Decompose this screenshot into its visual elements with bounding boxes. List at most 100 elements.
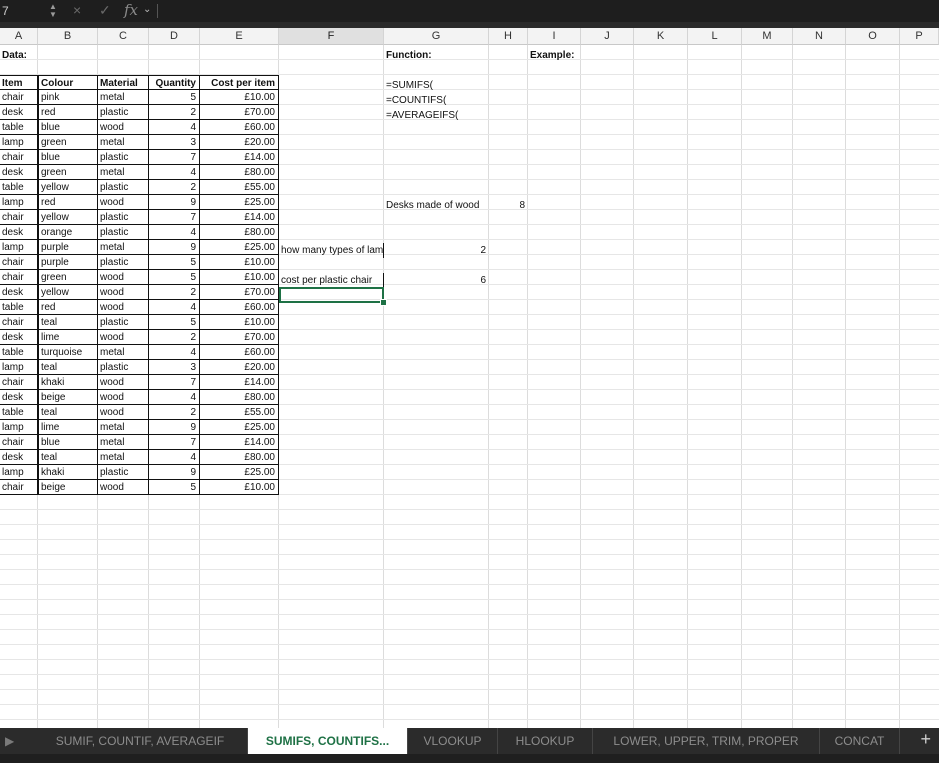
table-cell[interactable]: plastic (98, 255, 149, 270)
table-cell[interactable]: desk (0, 450, 38, 465)
column-header-d[interactable]: D (149, 28, 200, 45)
sheet-tab-2[interactable]: SUMIFS, COUNTIFS... (248, 728, 408, 754)
column-header-a[interactable]: A (0, 28, 38, 45)
table-cell[interactable]: £25.00 (200, 420, 279, 435)
table-cell[interactable]: plastic (98, 150, 149, 165)
column-header-k[interactable]: K (634, 28, 688, 45)
table-cell[interactable]: 4 (149, 120, 200, 135)
table-cell[interactable]: £80.00 (200, 165, 279, 180)
function-countifs[interactable]: =COUNTIFS( (384, 93, 489, 108)
table-cell[interactable]: £10.00 (200, 480, 279, 495)
table-cell[interactable]: yellow (38, 210, 98, 225)
table-cell[interactable]: purple (38, 240, 98, 255)
table-cell[interactable]: desk (0, 285, 38, 300)
table-cell[interactable]: 2 (149, 285, 200, 300)
function-averageifs[interactable]: =AVERAGEIFS( (384, 108, 489, 123)
table-cell[interactable]: lamp (0, 360, 38, 375)
function-sumifs[interactable]: =SUMIFS( (384, 78, 489, 93)
table-cell[interactable]: metal (98, 90, 149, 105)
table-cell[interactable]: lamp (0, 195, 38, 210)
table-cell[interactable]: 2 (149, 105, 200, 120)
table-cell[interactable]: £10.00 (200, 315, 279, 330)
column-header-c[interactable]: C (98, 28, 149, 45)
table-cell[interactable]: £14.00 (200, 150, 279, 165)
column-header-i[interactable]: I (528, 28, 581, 45)
table-cell[interactable]: plastic (98, 210, 149, 225)
table-cell[interactable]: 7 (149, 435, 200, 450)
table-cell[interactable]: pink (38, 90, 98, 105)
table-cell[interactable]: chair (0, 480, 38, 495)
table-cell[interactable]: chair (0, 150, 38, 165)
table-cell[interactable]: £14.00 (200, 375, 279, 390)
example-desks-wood-value[interactable]: 8 (489, 198, 528, 213)
table-cell[interactable]: £60.00 (200, 120, 279, 135)
sheet-tab-4[interactable]: HLOOKUP (498, 728, 593, 754)
table-cell[interactable]: 3 (149, 360, 200, 375)
active-cell-selection[interactable] (279, 287, 384, 303)
table-cell[interactable]: £20.00 (200, 360, 279, 375)
column-header-b[interactable]: B (38, 28, 98, 45)
table-cell[interactable]: 4 (149, 300, 200, 315)
table-cell[interactable]: teal (38, 450, 98, 465)
table-cell[interactable]: lamp (0, 240, 38, 255)
table-cell[interactable]: lamp (0, 135, 38, 150)
table-cell[interactable]: 3 (149, 135, 200, 150)
table-cell[interactable]: chair (0, 210, 38, 225)
table-cell[interactable]: lamp (0, 420, 38, 435)
column-header-m[interactable]: M (742, 28, 793, 45)
table-header[interactable]: Cost per item (200, 75, 279, 90)
table-cell[interactable]: teal (38, 360, 98, 375)
table-cell[interactable]: yellow (38, 285, 98, 300)
table-cell[interactable]: table (0, 345, 38, 360)
table-cell[interactable]: lime (38, 330, 98, 345)
table-cell[interactable]: turquoise (38, 345, 98, 360)
table-header[interactable]: Colour (38, 75, 98, 90)
table-cell[interactable]: desk (0, 330, 38, 345)
table-cell[interactable]: metal (98, 165, 149, 180)
table-cell[interactable]: £25.00 (200, 240, 279, 255)
example-lamp-types-label[interactable]: how many types of lamp (279, 243, 384, 258)
table-cell[interactable]: beige (38, 480, 98, 495)
table-header[interactable]: Material (98, 75, 149, 90)
table-cell[interactable]: lime (38, 420, 98, 435)
table-cell[interactable]: £80.00 (200, 390, 279, 405)
table-cell[interactable]: plastic (98, 465, 149, 480)
table-cell[interactable]: 4 (149, 450, 200, 465)
table-cell[interactable]: table (0, 120, 38, 135)
table-cell[interactable]: £70.00 (200, 330, 279, 345)
table-cell[interactable]: wood (98, 270, 149, 285)
example-desks-wood-label[interactable]: Desks made of wood (384, 198, 489, 213)
table-header[interactable]: Quantity (149, 75, 200, 90)
example-lamp-types-value[interactable]: 2 (384, 243, 489, 258)
table-cell[interactable]: wood (98, 390, 149, 405)
table-cell[interactable]: wood (98, 405, 149, 420)
table-cell[interactable]: £60.00 (200, 300, 279, 315)
table-cell[interactable]: 9 (149, 465, 200, 480)
column-header-p[interactable]: P (900, 28, 939, 45)
table-cell[interactable]: £70.00 (200, 105, 279, 120)
table-cell[interactable]: 4 (149, 165, 200, 180)
table-cell[interactable]: yellow (38, 180, 98, 195)
table-cell[interactable]: £80.00 (200, 225, 279, 240)
table-cell[interactable]: 4 (149, 345, 200, 360)
table-cell[interactable]: 5 (149, 255, 200, 270)
table-cell[interactable]: table (0, 180, 38, 195)
table-cell[interactable]: wood (98, 195, 149, 210)
table-cell[interactable]: chair (0, 315, 38, 330)
table-cell[interactable]: metal (98, 345, 149, 360)
table-cell[interactable]: £70.00 (200, 285, 279, 300)
add-sheet-icon[interactable]: + (920, 729, 931, 750)
table-cell[interactable]: £10.00 (200, 270, 279, 285)
cancel-icon[interactable]: × (73, 2, 81, 18)
table-cell[interactable]: £10.00 (200, 255, 279, 270)
column-header-j[interactable]: J (581, 28, 634, 45)
sheet-tab-3[interactable]: VLOOKUP (408, 728, 498, 754)
table-cell[interactable]: green (38, 135, 98, 150)
table-cell[interactable]: £20.00 (200, 135, 279, 150)
table-cell[interactable]: teal (38, 405, 98, 420)
insert-function-icon[interactable]: fx (124, 1, 138, 19)
table-cell[interactable]: 4 (149, 390, 200, 405)
table-cell[interactable]: chair (0, 90, 38, 105)
table-cell[interactable]: £60.00 (200, 345, 279, 360)
table-cell[interactable]: chair (0, 435, 38, 450)
